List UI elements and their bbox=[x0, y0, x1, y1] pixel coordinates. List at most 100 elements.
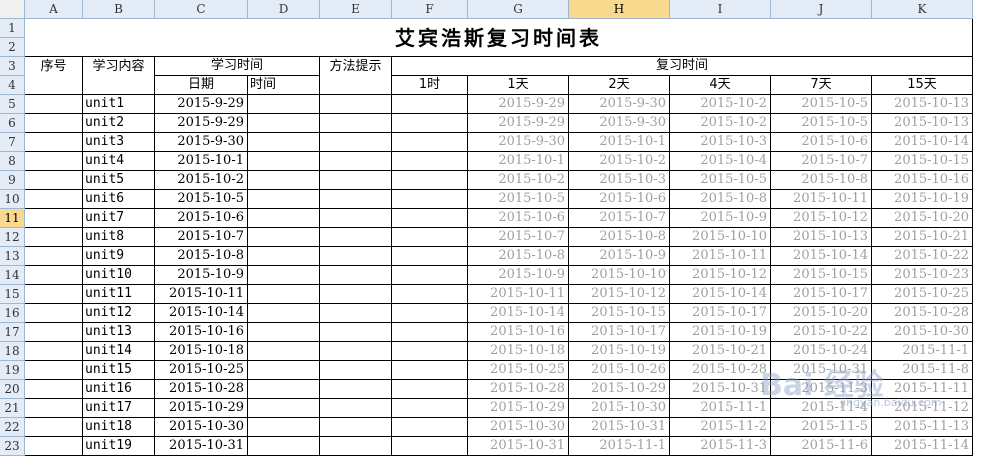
cell-seq[interactable] bbox=[25, 171, 83, 190]
row-header-2[interactable]: 2 bbox=[0, 38, 25, 57]
cell-time[interactable] bbox=[248, 152, 320, 171]
cell-review-1h[interactable] bbox=[392, 171, 468, 190]
cell-review-1h[interactable] bbox=[392, 304, 468, 323]
cell-review-4d[interactable]: 2015-10-28 bbox=[670, 361, 771, 380]
cell-seq[interactable] bbox=[25, 323, 83, 342]
cell-review-1d[interactable]: 2015-10-16 bbox=[468, 323, 569, 342]
cell-method[interactable] bbox=[320, 171, 392, 190]
cell-time[interactable] bbox=[248, 285, 320, 304]
cell-time[interactable] bbox=[248, 95, 320, 114]
cell-review-1d[interactable]: 2015-10-7 bbox=[468, 228, 569, 247]
cell-review-2d[interactable]: 2015-10-7 bbox=[569, 209, 670, 228]
cell-review-15d[interactable]: 2015-10-21 bbox=[872, 228, 973, 247]
cell-review-7d[interactable]: 2015-10-12 bbox=[771, 209, 872, 228]
cell-time[interactable] bbox=[248, 228, 320, 247]
cell-seq[interactable] bbox=[25, 380, 83, 399]
cell-review-1h[interactable] bbox=[392, 342, 468, 361]
row-header-1[interactable]: 1 bbox=[0, 19, 25, 38]
cell-seq[interactable] bbox=[25, 133, 83, 152]
cell-seq[interactable] bbox=[25, 114, 83, 133]
header-interval[interactable]: 7天 bbox=[771, 76, 872, 95]
cell-unit[interactable]: unit11 bbox=[83, 285, 155, 304]
row-header-8[interactable]: 8 bbox=[0, 152, 25, 171]
header-interval[interactable]: 2天 bbox=[569, 76, 670, 95]
row-header-12[interactable]: 12 bbox=[0, 228, 25, 247]
cell-date[interactable]: 2015-10-2 bbox=[155, 171, 248, 190]
cell-review-2d[interactable]: 2015-10-15 bbox=[569, 304, 670, 323]
row-header-5[interactable]: 5 bbox=[0, 95, 25, 114]
cell-date[interactable]: 2015-10-18 bbox=[155, 342, 248, 361]
cell-review-15d[interactable]: 2015-10-22 bbox=[872, 247, 973, 266]
cell-unit[interactable]: unit18 bbox=[83, 418, 155, 437]
cell-review-1h[interactable] bbox=[392, 152, 468, 171]
cell-review-4d[interactable]: 2015-10-2 bbox=[670, 95, 771, 114]
cell-review-4d[interactable]: 2015-10-21 bbox=[670, 342, 771, 361]
row-header-19[interactable]: 19 bbox=[0, 361, 25, 380]
cell-unit[interactable]: unit5 bbox=[83, 171, 155, 190]
cell-review-1d[interactable]: 2015-9-29 bbox=[468, 95, 569, 114]
cell-review-1d[interactable]: 2015-10-11 bbox=[468, 285, 569, 304]
cell-review-2d[interactable]: 2015-10-9 bbox=[569, 247, 670, 266]
row-header-22[interactable]: 22 bbox=[0, 418, 25, 437]
column-header-c[interactable]: C bbox=[155, 0, 248, 19]
cell-date[interactable]: 2015-10-28 bbox=[155, 380, 248, 399]
cell-review-4d[interactable]: 2015-10-2 bbox=[670, 114, 771, 133]
cell-date[interactable]: 2015-10-7 bbox=[155, 228, 248, 247]
cell-method[interactable] bbox=[320, 190, 392, 209]
cell-review-15d[interactable]: 2015-10-30 bbox=[872, 323, 973, 342]
column-header-j[interactable]: J bbox=[771, 0, 872, 19]
cell-review-1d[interactable]: 2015-10-6 bbox=[468, 209, 569, 228]
cell-time[interactable] bbox=[248, 266, 320, 285]
cell-method[interactable] bbox=[320, 380, 392, 399]
cell-method[interactable] bbox=[320, 323, 392, 342]
cell-review-15d[interactable]: 2015-11-8 bbox=[872, 361, 973, 380]
cell-seq[interactable] bbox=[25, 342, 83, 361]
cell-review-7d[interactable]: 2015-10-24 bbox=[771, 342, 872, 361]
cell-unit[interactable]: unit8 bbox=[83, 228, 155, 247]
cell-review-7d[interactable]: 2015-10-8 bbox=[771, 171, 872, 190]
column-header-g[interactable]: G bbox=[468, 0, 569, 19]
cell-review-15d[interactable]: 2015-10-13 bbox=[872, 95, 973, 114]
cell-unit[interactable]: unit1 bbox=[83, 95, 155, 114]
header-seq[interactable]: 序号 bbox=[25, 57, 83, 95]
cell-review-15d[interactable]: 2015-10-23 bbox=[872, 266, 973, 285]
cell-method[interactable] bbox=[320, 95, 392, 114]
cell-unit[interactable]: unit19 bbox=[83, 437, 155, 456]
cell-review-2d[interactable]: 2015-10-26 bbox=[569, 361, 670, 380]
cell-seq[interactable] bbox=[25, 152, 83, 171]
cell-review-2d[interactable]: 2015-10-3 bbox=[569, 171, 670, 190]
cell-date[interactable]: 2015-10-1 bbox=[155, 152, 248, 171]
cell-seq[interactable] bbox=[25, 304, 83, 323]
header-interval[interactable]: 4天 bbox=[670, 76, 771, 95]
cell-date[interactable]: 2015-10-6 bbox=[155, 209, 248, 228]
cell-review-15d[interactable]: 2015-10-14 bbox=[872, 133, 973, 152]
row-header-11[interactable]: 11 bbox=[0, 209, 25, 228]
cell-review-7d[interactable]: 2015-10-20 bbox=[771, 304, 872, 323]
cell-review-2d[interactable]: 2015-10-10 bbox=[569, 266, 670, 285]
cell-date[interactable]: 2015-9-30 bbox=[155, 133, 248, 152]
cell-date[interactable]: 2015-10-9 bbox=[155, 266, 248, 285]
cell-review-1h[interactable] bbox=[392, 285, 468, 304]
cell-review-1h[interactable] bbox=[392, 95, 468, 114]
cell-review-1d[interactable]: 2015-10-2 bbox=[468, 171, 569, 190]
select-all-corner[interactable] bbox=[0, 0, 25, 19]
cell-method[interactable] bbox=[320, 266, 392, 285]
row-header-21[interactable]: 21 bbox=[0, 399, 25, 418]
cell-date[interactable]: 2015-10-31 bbox=[155, 437, 248, 456]
cell-unit[interactable]: unit6 bbox=[83, 190, 155, 209]
cell-method[interactable] bbox=[320, 342, 392, 361]
cell-review-7d[interactable]: 2015-10-17 bbox=[771, 285, 872, 304]
cell-review-1h[interactable] bbox=[392, 133, 468, 152]
cell-review-1d[interactable]: 2015-10-31 bbox=[468, 437, 569, 456]
cell-review-2d[interactable]: 2015-10-12 bbox=[569, 285, 670, 304]
cell-review-2d[interactable]: 2015-11-1 bbox=[569, 437, 670, 456]
cell-review-2d[interactable]: 2015-10-31 bbox=[569, 418, 670, 437]
cell-seq[interactable] bbox=[25, 418, 83, 437]
cell-time[interactable] bbox=[248, 323, 320, 342]
cell-review-4d[interactable]: 2015-10-9 bbox=[670, 209, 771, 228]
cell-review-4d[interactable]: 2015-10-31 bbox=[670, 380, 771, 399]
cell-review-2d[interactable]: 2015-10-6 bbox=[569, 190, 670, 209]
cell-review-4d[interactable]: 2015-11-2 bbox=[670, 418, 771, 437]
cell-review-15d[interactable]: 2015-10-19 bbox=[872, 190, 973, 209]
cell-review-2d[interactable]: 2015-9-30 bbox=[569, 114, 670, 133]
